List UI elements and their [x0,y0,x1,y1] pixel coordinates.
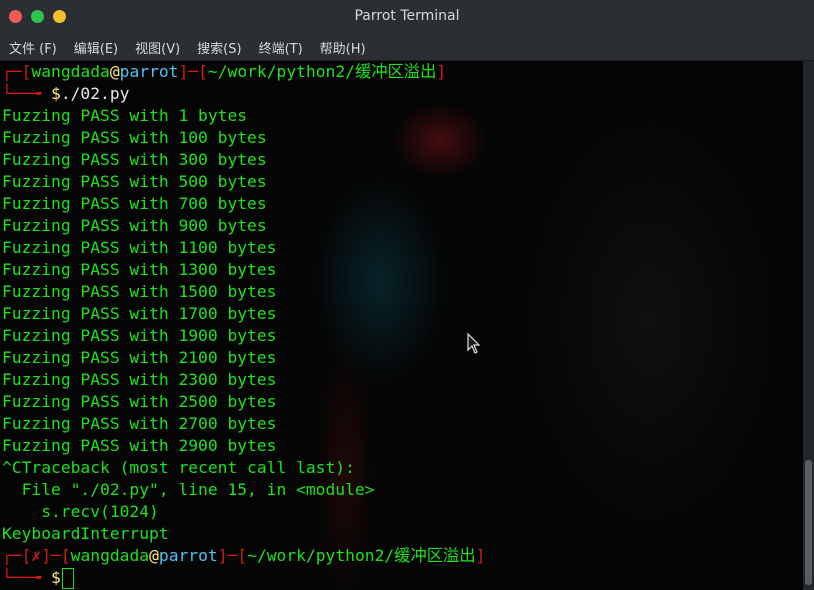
prompt-line: ┌─[✗]─[wangdada@parrot]─[~/work/python2/… [2,545,485,567]
prompt-user: wangdada [31,62,110,81]
output-line: Fuzzing PASS with 100 bytes [2,128,267,147]
prompt-host: parrot [158,546,218,565]
output-line: Fuzzing PASS with 2100 bytes [2,348,277,367]
prompt-close: ] [475,546,486,565]
prompt-corner: ┌─[ [2,62,32,81]
output-line: Fuzzing PASS with 2500 bytes [2,392,277,411]
prompt-dollar: $ [51,568,61,587]
text-cursor [61,568,74,589]
prompt-corner-bottom: └──╼ [2,568,52,587]
prompt-separator: ]─[ [178,62,208,81]
menu-edit[interactable]: 编辑(E) [65,38,126,57]
menu-help[interactable]: 帮助(H) [311,38,374,57]
scrollbar-thumb[interactable] [805,460,812,585]
window-title: Parrot Terminal [354,8,460,24]
command-text: ./02.py [60,84,130,103]
prompt-separator: ]─[ [41,546,71,565]
prompt-dollar: $ [51,84,61,103]
terminal-area[interactable]: ┌─[wangdada@parrot]─[~/work/python2/缓冲区溢… [0,61,803,590]
prompt-path: ~/work/python2/缓冲区溢出 [207,62,437,81]
menu-view[interactable]: 视图(V) [126,38,188,57]
menu-terminal[interactable]: 终端(T) [250,38,311,57]
output-line: Fuzzing PASS with 2900 bytes [2,436,277,455]
menu-file[interactable]: 文件 (F) [0,38,65,57]
traceback-line: KeyboardInterrupt [2,524,169,543]
prompt-at: @ [109,62,120,81]
output-line: Fuzzing PASS with 1700 bytes [2,304,277,323]
traceback-line: s.recv(1024) [2,502,159,521]
command-line: └──╼ $./02.py [2,83,129,105]
title-bar: Parrot Terminal [0,0,814,34]
menu-search[interactable]: 搜索(S) [188,38,249,57]
output-line: Fuzzing PASS with 1100 bytes [2,238,277,257]
prompt-close: ] [436,62,447,81]
prompt-path: ~/work/python2/缓冲区溢出 [247,546,476,565]
output-line: Fuzzing PASS with 300 bytes [2,150,267,169]
prompt-user: wangdada [70,546,150,565]
output-line: Fuzzing PASS with 2700 bytes [2,414,277,433]
input-line[interactable]: └──╼ $ [2,567,74,589]
prompt-corner: ┌─[ [2,546,32,565]
output-line: Fuzzing PASS with 500 bytes [2,172,267,191]
output-line: Fuzzing PASS with 1 bytes [2,106,248,125]
output-line: Fuzzing PASS with 900 bytes [2,216,267,235]
error-mark-icon: ✗ [31,546,42,565]
prompt-corner-bottom: └──╼ [2,84,52,103]
prompt-at: @ [149,546,159,565]
prompt-separator: ]─[ [217,546,248,565]
traceback-line: File "./02.py", line 15, in <module> [2,480,375,499]
output-line: Fuzzing PASS with 700 bytes [2,194,267,213]
output-line: Fuzzing PASS with 2300 bytes [2,370,277,389]
output-line: Fuzzing PASS with 1900 bytes [2,326,277,345]
traceback-line: ^CTraceback (most recent call last): [2,458,355,477]
menu-bar: 文件 (F) 编辑(E) 视图(V) 搜索(S) 终端(T) 帮助(H) [0,34,814,61]
output-line: Fuzzing PASS with 1500 bytes [2,282,277,301]
prompt-line: ┌─[wangdada@parrot]─[~/work/python2/缓冲区溢… [2,61,446,83]
mouse-pointer-icon [467,333,481,354]
prompt-host: parrot [119,62,179,81]
output-line: Fuzzing PASS with 1300 bytes [2,260,277,279]
